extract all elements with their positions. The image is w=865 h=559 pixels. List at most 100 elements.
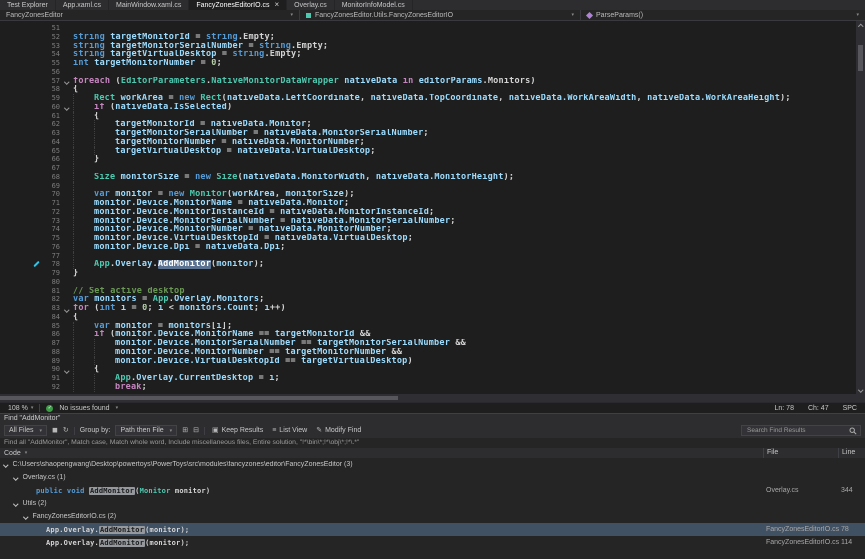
outlining-margin[interactable] [60, 304, 73, 313]
code-line[interactable]: 72monitor.Device.MonitorInstanceId = nat… [0, 208, 855, 217]
breakpoint-margin[interactable] [0, 173, 44, 182]
code-line[interactable]: 54string targetVirtualDesktop = string.E… [0, 50, 855, 59]
outlining-margin[interactable] [60, 243, 73, 252]
breakpoint-margin[interactable] [0, 182, 44, 191]
breakpoint-margin[interactable] [0, 348, 44, 357]
vertical-scrollbar[interactable] [856, 21, 865, 394]
fold-collapse-icon[interactable] [64, 307, 69, 312]
breakpoint-margin[interactable] [0, 77, 44, 86]
code-line[interactable]: 82var monitors = App.Overlay.Monitors; [0, 295, 855, 304]
tab-monitorinfomodel-cs[interactable]: MonitorInfoModel.cs [335, 0, 413, 10]
fold-collapse-icon[interactable] [64, 79, 69, 84]
breakpoint-margin[interactable] [0, 225, 44, 234]
outlining-margin[interactable] [60, 182, 73, 191]
column-line[interactable]: Line [838, 448, 865, 458]
breakpoint-margin[interactable] [0, 383, 44, 392]
outlining-margin[interactable] [60, 120, 73, 129]
breakpoint-margin[interactable] [0, 243, 44, 252]
outlining-margin[interactable] [60, 50, 73, 59]
outlining-margin[interactable] [60, 313, 73, 322]
scroll-up-icon[interactable] [856, 21, 865, 30]
result-group-row[interactable]: FancyZonesEditorIO.cs (2) [0, 510, 865, 523]
code-line[interactable]: 85var monitor = monitors[i]; [0, 322, 855, 331]
tab-fancyzoneseditorio-cs[interactable]: FancyZonesEditorIO.cs× [189, 0, 287, 10]
code-line[interactable]: 79} [0, 269, 855, 278]
outlining-margin[interactable] [60, 348, 73, 357]
outlining-margin[interactable] [60, 217, 73, 226]
stop-search-icon[interactable]: ◼ [52, 427, 58, 434]
result-row[interactable]: public void AddMonitor(Monitor monitor)O… [0, 484, 865, 497]
breakpoint-margin[interactable] [0, 112, 44, 121]
modify-find-button[interactable]: ✎ Modify Find [314, 427, 363, 434]
outlining-margin[interactable] [60, 365, 73, 374]
breakpoint-margin[interactable] [0, 287, 44, 296]
code-editor[interactable]: 5152string targetMonitorId = string.Empt… [0, 21, 865, 394]
outlining-margin[interactable] [60, 252, 73, 261]
tab-overlay-cs[interactable]: Overlay.cs [287, 0, 335, 10]
fold-collapse-icon[interactable] [64, 368, 69, 373]
code-line[interactable]: 80 [0, 278, 855, 287]
code-line[interactable]: 74monitor.Device.MonitorNumber = nativeD… [0, 225, 855, 234]
scrollbar-thumb[interactable] [858, 45, 863, 71]
breakpoint-margin[interactable] [0, 374, 44, 383]
breakpoint-margin[interactable] [0, 357, 44, 366]
result-group-row[interactable]: C:\Users\shaopengwang\Desktop\powertoys\… [0, 458, 865, 471]
breakpoint-margin[interactable] [0, 50, 44, 59]
code-line[interactable]: 64targetMonitorNumber = nativeData.Monit… [0, 138, 855, 147]
code-line[interactable]: 86if (monitor.Device.MonitorName == targ… [0, 330, 855, 339]
list-view-toggle[interactable]: ≡ List View [270, 427, 309, 434]
breakpoint-margin[interactable] [0, 313, 44, 322]
breakpoint-margin[interactable] [0, 155, 44, 164]
result-row[interactable]: App.Overlay.AddMonitor(monitor);FancyZon… [0, 536, 865, 549]
tree-expand-icon[interactable] [13, 475, 18, 480]
outlining-margin[interactable] [60, 260, 73, 269]
outlining-margin[interactable] [60, 322, 73, 331]
code-line[interactable]: 76monitor.Device.Dpi = nativeData.Dpi; [0, 243, 855, 252]
breakpoint-margin[interactable] [0, 365, 44, 374]
breakpoint-margin[interactable] [0, 260, 44, 269]
outlining-margin[interactable] [60, 278, 73, 287]
breakpoint-margin[interactable] [0, 190, 44, 199]
breakpoint-margin[interactable] [0, 85, 44, 94]
breakpoint-margin[interactable] [0, 164, 44, 173]
outlining-margin[interactable] [60, 112, 73, 121]
tab-app-xaml-cs[interactable]: App.xaml.cs [56, 0, 109, 10]
breakpoint-margin[interactable] [0, 33, 44, 42]
outlining-margin[interactable] [60, 357, 73, 366]
project-dropdown[interactable]: FancyZonesEditor ▾ [0, 10, 300, 20]
outlining-margin[interactable] [60, 208, 73, 217]
zoom-control[interactable]: 108 % ▾ [8, 405, 33, 412]
outlining-margin[interactable] [60, 147, 73, 156]
outlining-margin[interactable] [60, 173, 73, 182]
breakpoint-margin[interactable] [0, 252, 44, 261]
outlining-margin[interactable] [60, 85, 73, 94]
code-line[interactable]: 91App.Overlay.CurrentDesktop = i; [0, 374, 855, 383]
breakpoint-margin[interactable] [0, 94, 44, 103]
breakpoint-margin[interactable] [0, 322, 44, 331]
scroll-down-icon[interactable] [856, 385, 865, 394]
breakpoint-margin[interactable] [0, 147, 44, 156]
code-line[interactable]: 92break; [0, 383, 855, 392]
outlining-margin[interactable] [60, 269, 73, 278]
tab-mainwindow-xaml-cs[interactable]: MainWindow.xaml.cs [109, 0, 189, 10]
code-line[interactable]: 77 [0, 252, 855, 261]
code-line[interactable]: 90{ [0, 365, 855, 374]
code-line[interactable]: 68Size monitorSize = new Size(nativeData… [0, 173, 855, 182]
breakpoint-margin[interactable] [0, 120, 44, 129]
outlining-margin[interactable] [60, 103, 73, 112]
tab-test-explorer[interactable]: Test Explorer [0, 0, 56, 10]
code-line[interactable]: 57foreach (EditorParameters.NativeMonito… [0, 77, 855, 86]
code-line[interactable]: 59Rect workArea = new Rect(nativeData.Le… [0, 94, 855, 103]
breakpoint-margin[interactable] [0, 269, 44, 278]
code-line[interactable]: 62targetMonitorId = nativeData.Monitor; [0, 120, 855, 129]
code-line[interactable]: 88monitor.Device.MonitorNumber == target… [0, 348, 855, 357]
code-line[interactable]: 60if (nativeData.IsSelected) [0, 103, 855, 112]
outlining-margin[interactable] [60, 155, 73, 164]
refresh-icon[interactable]: ↻ [63, 427, 69, 434]
breakpoint-margin[interactable] [0, 295, 44, 304]
code-line[interactable]: 78App.Overlay.AddMonitor(monitor); [0, 260, 855, 269]
code-line[interactable]: 63targetMonitorSerialNumber = nativeData… [0, 129, 855, 138]
spaces-indicator[interactable]: SPC [843, 405, 857, 412]
breakpoint-margin[interactable] [0, 278, 44, 287]
code-line[interactable]: 67 [0, 164, 855, 173]
